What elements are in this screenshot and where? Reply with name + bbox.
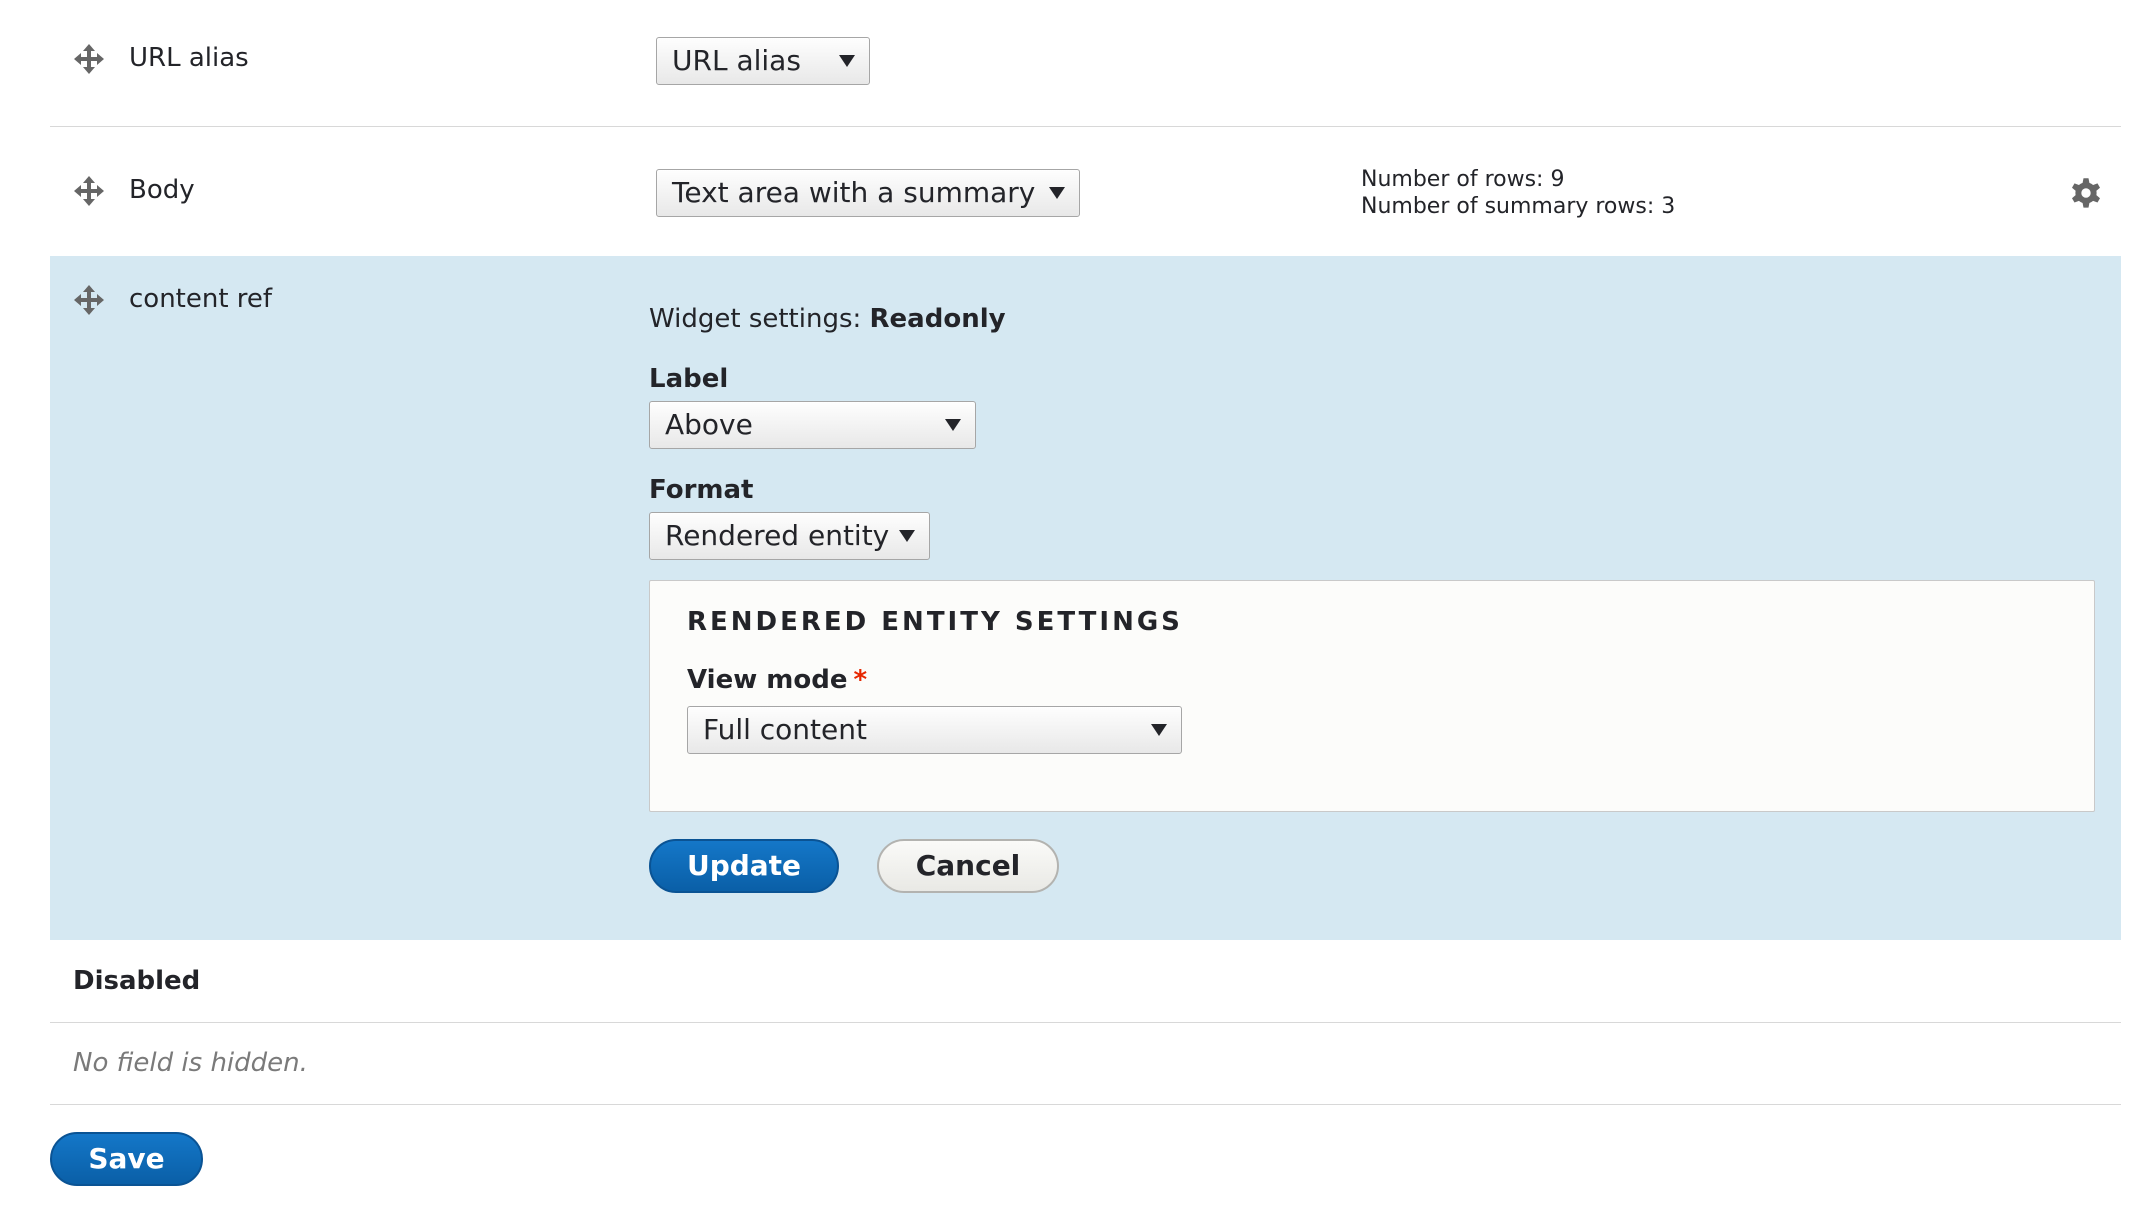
disabled-section-title: Disabled [73,966,201,996]
body-widget-select[interactable]: Text area with a summary [656,169,1080,217]
format-setting-label: Format [649,475,754,505]
drag-handle-icon[interactable] [74,44,104,74]
summary-line: Number of rows: 9 [1361,167,1565,192]
chevron-down-icon [1049,187,1065,199]
section-divider [50,1022,2121,1023]
format-select[interactable]: Rendered entity [649,512,930,560]
view-mode-select[interactable]: Full content [687,706,1182,754]
select-value: Text area with a summary [672,176,1036,209]
field-name-url-alias: URL alias [129,43,249,73]
drag-handle-icon[interactable] [74,285,104,315]
select-value: Above [665,408,753,441]
section-divider [50,1104,2121,1105]
drag-handle-icon[interactable] [74,176,104,206]
field-name-body: Body [129,175,195,205]
row-divider [50,126,2121,127]
required-marker: * [853,665,868,695]
widget-settings-name: Readonly [869,304,1006,334]
view-mode-label-text: View mode [687,665,848,695]
update-button[interactable]: Update [649,839,839,893]
url-alias-widget-select[interactable]: URL alias [656,37,870,85]
save-button[interactable]: Save [50,1132,203,1186]
label-position-select[interactable]: Above [649,401,976,449]
cancel-button[interactable]: Cancel [877,839,1059,893]
chevron-down-icon [899,530,915,542]
widget-settings-prefix: Widget settings: [649,304,870,334]
no-hidden-fields-message: No field is hidden. [73,1048,308,1078]
select-value: Full content [703,713,867,746]
chevron-down-icon [945,419,961,431]
select-value: Rendered entity [665,519,890,552]
chevron-down-icon [839,55,855,67]
field-name-content-ref: content ref [129,284,273,314]
body-widget-summary: Number of rows: 9 Number of summary rows… [1361,166,1675,220]
view-mode-label: View mode * [687,665,867,695]
summary-line: Number of summary rows: 3 [1361,194,1676,219]
fieldset-title: RENDERED ENTITY SETTINGS [687,607,1183,637]
chevron-down-icon [1151,724,1167,736]
label-setting-label: Label [649,364,729,394]
widget-settings-heading: Widget settings: Readonly [649,304,1006,334]
select-value: URL alias [672,44,801,77]
rendered-entity-settings-fieldset: RENDERED ENTITY SETTINGS View mode * Full… [649,580,2095,812]
gear-icon[interactable] [2069,176,2103,210]
